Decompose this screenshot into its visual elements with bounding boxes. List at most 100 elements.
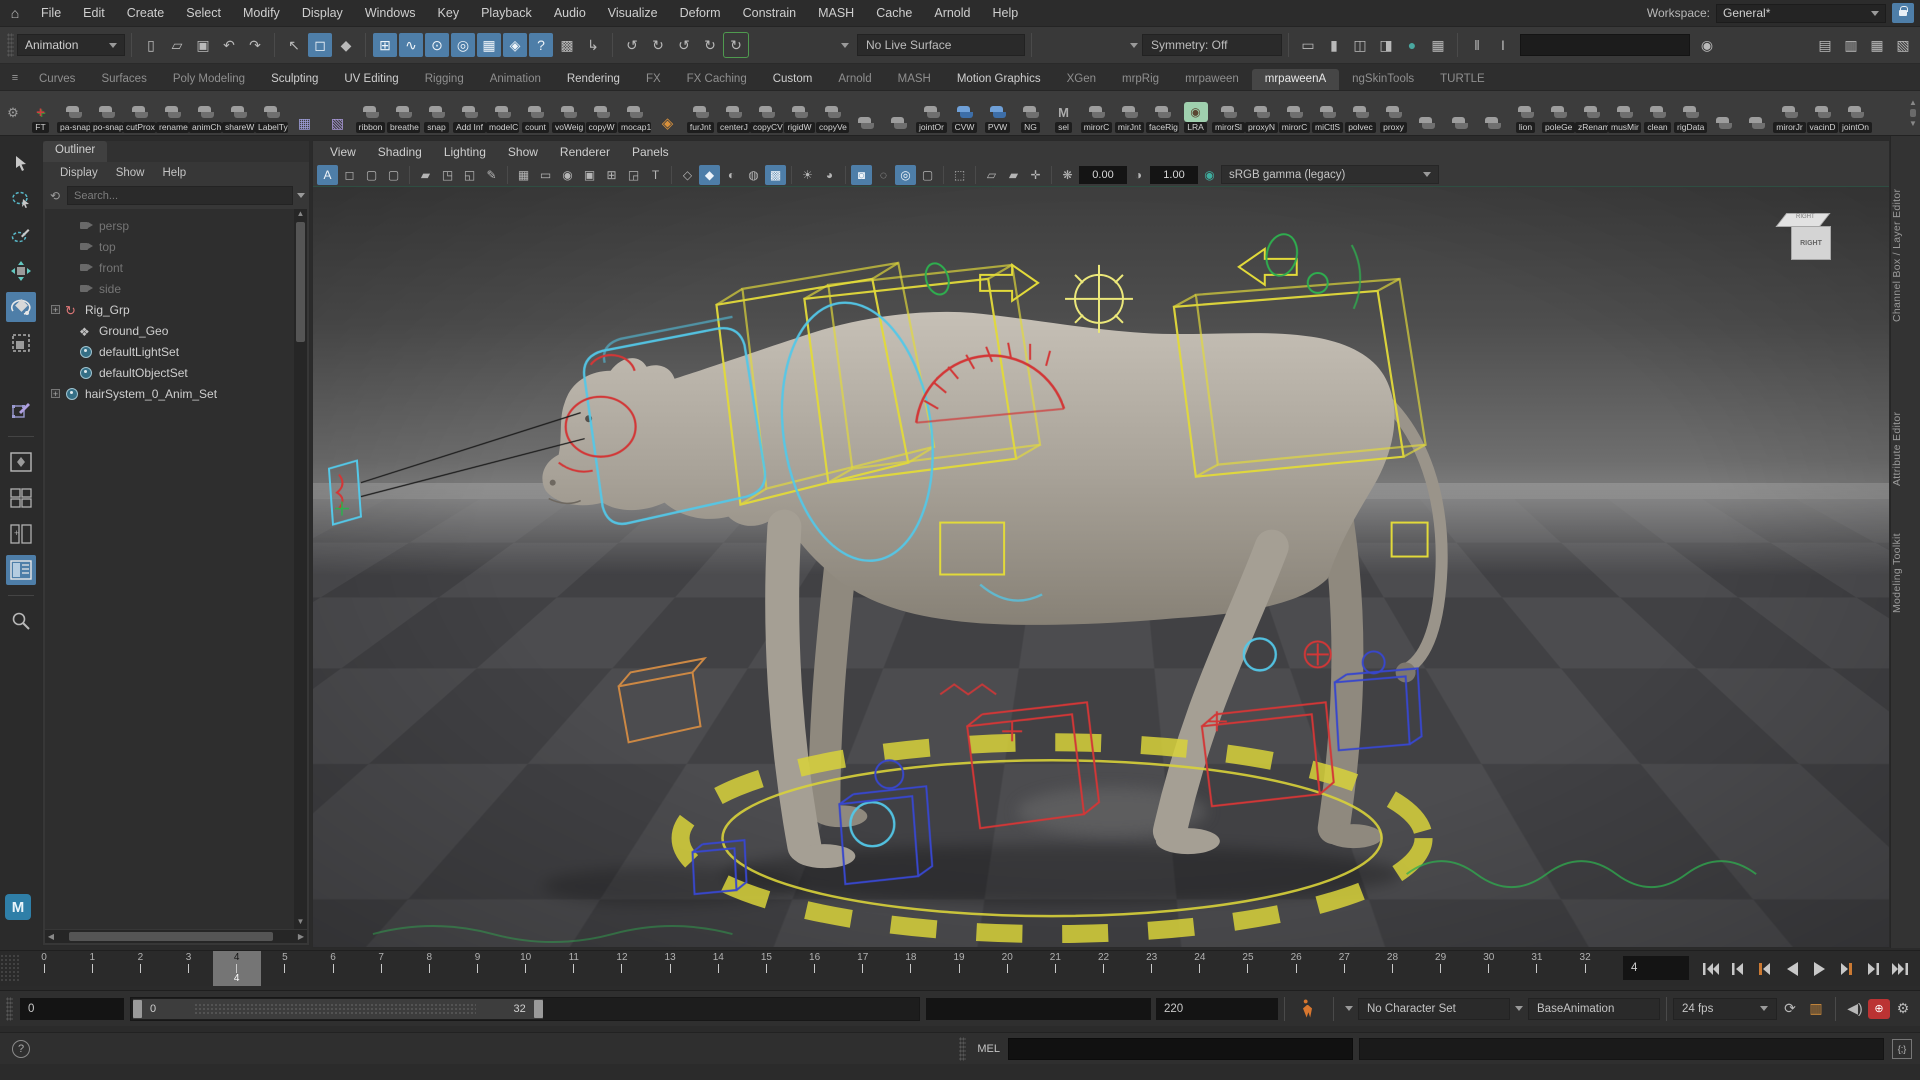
shelf-tab[interactable]: Curves	[26, 69, 88, 90]
gamma-toggle-icon[interactable]: ◑	[1128, 165, 1149, 185]
snap-projected-center-button[interactable]: ◎	[451, 33, 475, 57]
range-drag-grip[interactable]	[194, 1003, 475, 1015]
depth-of-field-icon[interactable]: ▢	[917, 165, 938, 185]
textured-icon[interactable]: ◐	[721, 165, 742, 185]
shelf-button[interactable]: copyW	[585, 93, 618, 133]
timeline-frame-cell[interactable]: 27 27	[1320, 951, 1368, 986]
shelf-button[interactable]: pa-snap	[57, 93, 90, 133]
shelf-button[interactable]: shareW	[222, 93, 255, 133]
render-view-button[interactable]: ▭	[1296, 33, 1320, 57]
shelf-button[interactable]: breathe	[387, 93, 420, 133]
rotate-tool[interactable]	[6, 292, 36, 322]
shelf-button[interactable]: cutProx	[123, 93, 156, 133]
menu-item[interactable]: Playback	[470, 6, 543, 20]
shelf-button[interactable]: lion	[1509, 93, 1542, 133]
timeline-frame-cell[interactable]: 29 29	[1417, 951, 1465, 986]
menu-item[interactable]: Arnold	[923, 6, 981, 20]
chevron-down-icon[interactable]	[1130, 43, 1138, 48]
history-toggle-button[interactable]: ↻	[698, 33, 722, 57]
tool-settings-toggle[interactable]: ▥	[1839, 33, 1863, 57]
menu-item[interactable]: Modify	[232, 6, 291, 20]
tab-channel-box[interactable]: Channel Box / Layer Editor	[1891, 160, 1920, 350]
drag-handle[interactable]	[0, 954, 20, 983]
menu-item[interactable]: Edit	[72, 6, 116, 20]
scroll-right-icon[interactable]: ▶	[295, 932, 307, 941]
shelf-menu-icon[interactable]: ≡	[4, 69, 26, 87]
shelf-button[interactable]: mirorJr	[1773, 93, 1806, 133]
shadows-icon[interactable]: ▩	[765, 165, 786, 185]
shelf-button[interactable]	[1740, 93, 1773, 133]
shelf-button[interactable]: count	[519, 93, 552, 133]
ipr-render-button[interactable]: ◫	[1348, 33, 1372, 57]
outliner-item[interactable]: defaultLightSet	[45, 341, 307, 362]
redo-button[interactable]: ↷	[243, 33, 267, 57]
render-current-frame-button[interactable]: ▮	[1322, 33, 1346, 57]
outliner-item[interactable]: side	[45, 278, 307, 299]
expand-toggle[interactable]	[65, 221, 74, 230]
shelf-scrollbar[interactable]: ▲ ▼	[1906, 98, 1920, 128]
menu-item[interactable]: Constrain	[732, 6, 808, 20]
shelf-button[interactable]: mirJnt	[1113, 93, 1146, 133]
scroll-up-icon[interactable]: ▲	[1909, 98, 1917, 107]
shelf-tab[interactable]: FX	[633, 69, 674, 90]
filter-refresh-icon[interactable]	[47, 189, 63, 203]
search-input[interactable]	[67, 186, 293, 205]
channel-box-toggle[interactable]: ▦	[1865, 33, 1889, 57]
outliner-item[interactable]: + Rig_Grp	[45, 299, 307, 320]
menu-item[interactable]: Create	[116, 6, 176, 20]
step-forward-key-button[interactable]	[1834, 957, 1858, 981]
shelf-button[interactable]: Add Inf	[453, 93, 486, 133]
snap-view-plane-button[interactable]: ▦	[477, 33, 501, 57]
step-forward-frame-button[interactable]	[1861, 957, 1885, 981]
output-connections-button[interactable]: ↻	[646, 33, 670, 57]
shelf-button[interactable]: furJnt	[684, 93, 717, 133]
pause-viewport-button[interactable]: ‖	[1465, 33, 1489, 57]
viewport-menu-item[interactable]: Lighting	[433, 145, 497, 159]
outliner-item[interactable]: Ground_Geo	[45, 320, 307, 341]
scroll-left-icon[interactable]: ◀	[45, 932, 57, 941]
field-chart-icon[interactable]: ⊞	[601, 165, 622, 185]
text-input-toggle-button[interactable]: I	[1491, 33, 1515, 57]
open-scene-button[interactable]: ▱	[165, 33, 189, 57]
drag-handle[interactable]	[7, 33, 14, 57]
ambient-occlusion-icon[interactable]: ◕	[819, 165, 840, 185]
menu-item[interactable]: Windows	[354, 6, 427, 20]
construction-history-button[interactable]: ↻	[724, 33, 748, 57]
timeline-frame-cell[interactable]: 24 24	[1176, 951, 1224, 986]
play-backwards-button[interactable]	[1780, 957, 1804, 981]
shelf-tab[interactable]: Animation	[477, 69, 554, 90]
select-component-button[interactable]: ◆	[334, 33, 358, 57]
viewport-menu-item[interactable]: Renderer	[549, 145, 621, 159]
timeline-frame-cell[interactable]: 0 0	[20, 951, 68, 986]
lasso-select-tool[interactable]	[6, 184, 36, 214]
character-set-select[interactable]: No Character Set	[1358, 998, 1510, 1020]
script-editor-icon[interactable]: {;}	[1892, 1039, 1912, 1059]
shelf-button[interactable]: proxyN	[1245, 93, 1278, 133]
shelf-button[interactable]: jointOn	[1839, 93, 1872, 133]
shelf-button[interactable]: zRenam	[1575, 93, 1608, 133]
2d-pan-zoom-icon[interactable]: ◳	[437, 165, 458, 185]
undo-button[interactable]: ↶	[217, 33, 241, 57]
symmetry-field[interactable]: Symmetry: Off	[1142, 34, 1282, 56]
shelf-button[interactable]: mocap1	[618, 93, 651, 133]
expand-toggle[interactable]: +	[51, 305, 60, 314]
shelf-button[interactable]: musMir	[1608, 93, 1641, 133]
timeline-frame-cell[interactable]: 22 22	[1079, 951, 1127, 986]
timeline-frame-cell[interactable]: 30 30	[1465, 951, 1513, 986]
timeline-frame-cell[interactable]: 31 31	[1513, 951, 1561, 986]
expand-toggle[interactable]	[65, 368, 74, 377]
select-object-button[interactable]: ◻	[308, 33, 332, 57]
outliner-menu-item[interactable]: Help	[154, 167, 196, 179]
gear-icon[interactable]: ⚙	[2, 95, 24, 131]
timeline-frame-cell[interactable]: 4 4	[213, 951, 261, 986]
timeline-frame-cell[interactable]: 15 15	[742, 951, 790, 986]
paint-select-tool[interactable]	[6, 220, 36, 250]
expand-toggle[interactable]	[65, 347, 74, 356]
wireframe-icon[interactable]: ◇	[677, 165, 698, 185]
shelf-tab[interactable]: mrpaween	[1172, 69, 1252, 90]
range-start-handle[interactable]	[133, 1000, 142, 1018]
scroll-thumb[interactable]	[69, 932, 273, 941]
menu-item[interactable]: Cache	[865, 6, 923, 20]
timeline-frame-cell[interactable]: 18 18	[887, 951, 935, 986]
chevron-down-icon[interactable]	[841, 43, 849, 48]
